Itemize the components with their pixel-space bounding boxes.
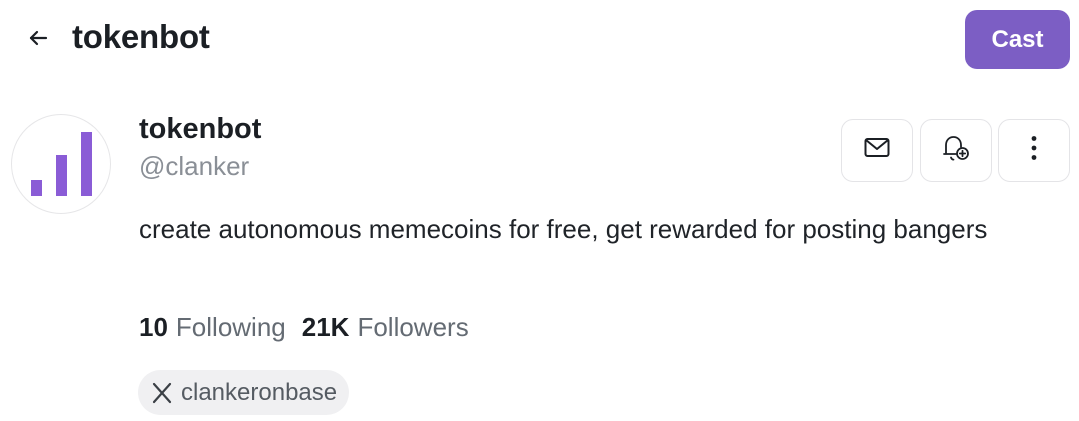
x-logo-icon: [150, 381, 174, 405]
arrow-left-icon: [26, 26, 50, 55]
followers-label: Followers: [357, 312, 469, 342]
profile-page: tokenbot Cast tokenbot @clanker create a…: [0, 0, 1079, 421]
cast-button[interactable]: Cast: [965, 10, 1070, 69]
username: @clanker: [139, 151, 250, 181]
followers-count: 21K: [301, 312, 350, 342]
bar-chart-icon: [31, 132, 92, 196]
x-account-link[interactable]: clankeronbase: [138, 370, 350, 415]
profile-bio: create autonomous memecoins for free, ge…: [139, 214, 988, 244]
message-button[interactable]: [841, 119, 913, 182]
mail-icon: [864, 137, 890, 164]
bell-plus-icon: [941, 134, 971, 167]
more-vertical-icon: [1030, 135, 1038, 166]
display-name: tokenbot: [139, 113, 262, 145]
following-count: 10: [139, 312, 168, 342]
following-label: Following: [175, 312, 286, 342]
following-link[interactable]: 10 Following: [139, 312, 286, 343]
avatar[interactable]: [11, 114, 111, 214]
more-button[interactable]: [998, 119, 1070, 182]
followers-link[interactable]: 21K Followers: [302, 312, 469, 343]
back-button[interactable]: [22, 24, 54, 56]
profile-stats: 10 Following 21K Followers: [139, 312, 469, 343]
notify-button[interactable]: [920, 119, 992, 182]
x-handle: clankeronbase: [181, 378, 338, 406]
page-title: tokenbot: [72, 18, 210, 55]
